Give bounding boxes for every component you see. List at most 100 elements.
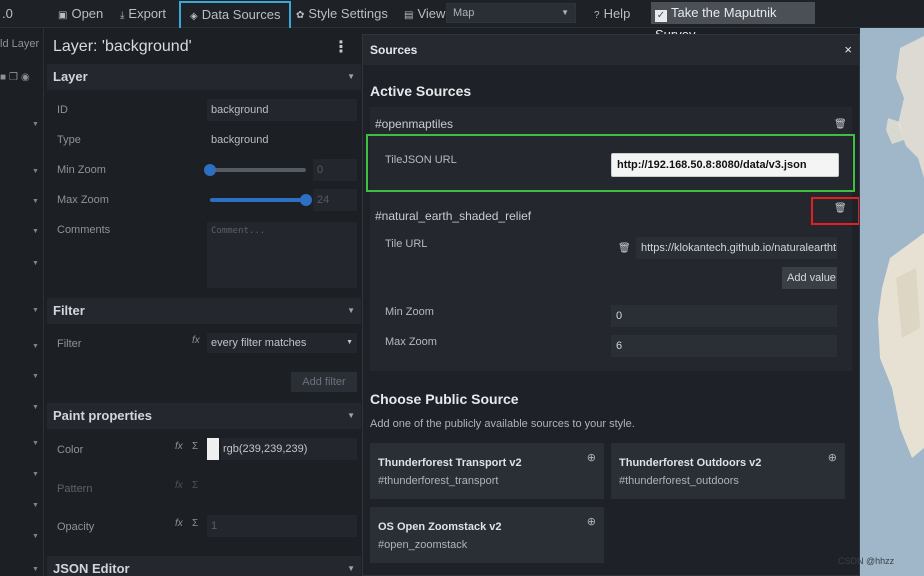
function-icon[interactable]: fx	[175, 441, 183, 452]
public-source-id: #thunderforest_outdoors	[619, 475, 739, 487]
filter-label: Filter	[57, 338, 82, 350]
add-circle-icon[interactable]: ⊕	[587, 515, 596, 528]
min-zoom-input[interactable]: 0	[611, 305, 837, 327]
max-zoom-input[interactable]: 24	[313, 189, 357, 211]
sigma-icon[interactable]: Σ	[192, 518, 198, 529]
layer-group-chevron-icon[interactable]: ▼	[32, 533, 39, 540]
pattern-label: Pattern	[57, 483, 93, 495]
add-filter-button[interactable]: Add filter	[291, 372, 357, 392]
type-label: Type	[57, 134, 81, 146]
function-icon[interactable]: fx	[175, 480, 183, 491]
close-icon[interactable]: ×	[844, 42, 852, 57]
layer-group-chevron-icon[interactable]: ▼	[32, 198, 39, 205]
section-paint[interactable]: Paint properties ▼	[47, 403, 361, 429]
comments-textarea[interactable]: Comment...	[207, 222, 357, 288]
watermark: CSDN @hhzz	[838, 556, 895, 566]
layer-list-actions: ■❐◉	[0, 72, 33, 83]
min-zoom-slider[interactable]	[204, 164, 306, 176]
add-filter-label: Add filter	[302, 376, 346, 388]
layer-group-chevron-icon[interactable]: ▼	[32, 404, 39, 411]
help-button[interactable]: ? Help	[594, 0, 630, 28]
modal-header: Sources ×	[363, 35, 859, 65]
survey-button[interactable]: ✓Take the Maputnik Survey	[651, 2, 815, 42]
layer-group-chevron-icon[interactable]: ▼	[32, 373, 39, 380]
style-settings-button[interactable]: ✿ Style Settings	[296, 0, 388, 28]
export-button[interactable]: ⤓ Export	[120, 0, 166, 28]
open-button[interactable]: ▣ Open	[58, 0, 103, 28]
type-value: background	[211, 134, 269, 146]
eye-icon[interactable]: ◉	[21, 72, 33, 83]
view-label: View	[417, 6, 446, 21]
layer-group-chevron-icon[interactable]: ▼	[32, 168, 39, 175]
max-zoom-input[interactable]: 6	[611, 335, 837, 357]
public-source-description: Add one of the publicly available source…	[370, 418, 635, 430]
choose-public-source-heading: Choose Public Source	[370, 391, 519, 407]
function-icon[interactable]: fx	[192, 335, 200, 346]
layer-group-chevron-icon[interactable]: ▼	[32, 121, 39, 128]
section-layer-label: Layer	[53, 69, 88, 84]
more-vertical-icon[interactable]: ⋮	[333, 37, 349, 57]
section-filter[interactable]: Filter ▼	[47, 298, 361, 324]
export-label: Export	[128, 6, 166, 21]
filter-select[interactable]: every filter matches ▼	[207, 333, 357, 353]
color-swatch[interactable]	[207, 438, 219, 460]
public-source-thunderforest-transport[interactable]: Thunderforest Transport v2 #thunderfores…	[370, 443, 604, 499]
style-settings-label: Style Settings	[308, 6, 388, 21]
map-land-shapes	[878, 36, 924, 458]
min-zoom-input[interactable]: 0	[313, 159, 357, 181]
modal-title: Sources	[370, 43, 418, 57]
max-zoom-slider-handle[interactable]	[300, 194, 312, 206]
open-label: Open	[71, 6, 104, 21]
highlight-box-tilejson	[366, 134, 855, 192]
sigma-icon[interactable]: Σ	[192, 480, 198, 491]
section-json-editor[interactable]: JSON Editor ▼	[47, 556, 361, 576]
public-source-name: OS Open Zoomstack v2	[378, 521, 502, 533]
layer-editor: Layer: 'background' ⋮ Layer ▼ ID backgrou…	[47, 28, 361, 576]
public-source-open-zoomstack[interactable]: OS Open Zoomstack v2 #open_zoomstack ⊕	[370, 507, 604, 563]
add-circle-icon[interactable]: ⊕	[828, 451, 837, 464]
layer-group-chevron-icon[interactable]: ▼	[32, 307, 39, 314]
help-icon: ?	[594, 10, 600, 21]
trash-icon[interactable]: 🗑	[834, 119, 847, 130]
public-source-name: Thunderforest Transport v2	[378, 457, 522, 469]
view-select-value: Map	[453, 7, 475, 19]
section-filter-label: Filter	[53, 303, 85, 318]
copy-icon[interactable]: ❐	[9, 72, 21, 83]
layer-group-chevron-icon[interactable]: ▼	[32, 566, 39, 573]
layer-group-chevron-icon[interactable]: ▼	[32, 471, 39, 478]
layer-list: ld Layer ■❐◉ ▼ ▼ ▼ ▼ ▼ ▼ ▼ ▼ ▼ ▼ ▼ ▼ ▼ ▼	[0, 28, 44, 576]
layer-group-chevron-icon[interactable]: ▼	[32, 440, 39, 447]
filter-select-value: every filter matches	[211, 337, 307, 349]
sources-modal: Sources × Active Sources #openmaptiles 🗑…	[362, 34, 860, 576]
tile-url-input[interactable]: https://klokantech.github.io/naturaleart…	[636, 237, 837, 259]
layer-group-chevron-icon[interactable]: ▼	[32, 228, 39, 235]
min-zoom-label: Min Zoom	[385, 306, 434, 318]
add-layer-button[interactable]: ld Layer	[0, 38, 39, 50]
view-select[interactable]: Map ▼	[446, 3, 576, 23]
version-label: .0	[2, 6, 13, 21]
map-canvas[interactable]	[860, 28, 924, 576]
layer-group-chevron-icon[interactable]: ▼	[32, 502, 39, 509]
layer-group-chevron-icon[interactable]: ▼	[32, 260, 39, 267]
eye-icon: ▤	[404, 10, 414, 21]
trash-icon[interactable]: 🗑	[618, 243, 631, 254]
tile-url-label: Tile URL	[385, 238, 428, 250]
layer-group-chevron-icon[interactable]: ▼	[32, 343, 39, 350]
min-zoom-slider-handle[interactable]	[204, 164, 216, 176]
section-json-editor-label: JSON Editor	[53, 561, 130, 576]
delete-icon[interactable]: ■	[0, 72, 9, 83]
section-layer[interactable]: Layer ▼	[47, 64, 361, 90]
function-icon[interactable]: fx	[175, 518, 183, 529]
max-zoom-slider[interactable]	[210, 194, 312, 206]
id-input[interactable]: background	[207, 99, 357, 121]
public-source-id: #open_zoomstack	[378, 539, 468, 551]
source-card-natural-earth: #natural_earth_shaded_relief 🗑 Tile URL …	[370, 199, 852, 371]
view-button[interactable]: ▤ View	[404, 0, 445, 28]
add-circle-icon[interactable]: ⊕	[587, 451, 596, 464]
add-value-button[interactable]: Add value	[782, 267, 837, 289]
check-icon: ✓	[655, 10, 667, 22]
color-input[interactable]: rgb(239,239,239)	[221, 438, 357, 460]
sigma-icon[interactable]: Σ	[192, 441, 198, 452]
public-source-thunderforest-outdoors[interactable]: Thunderforest Outdoors v2 #thunderforest…	[611, 443, 845, 499]
opacity-input[interactable]: 1	[207, 515, 357, 537]
